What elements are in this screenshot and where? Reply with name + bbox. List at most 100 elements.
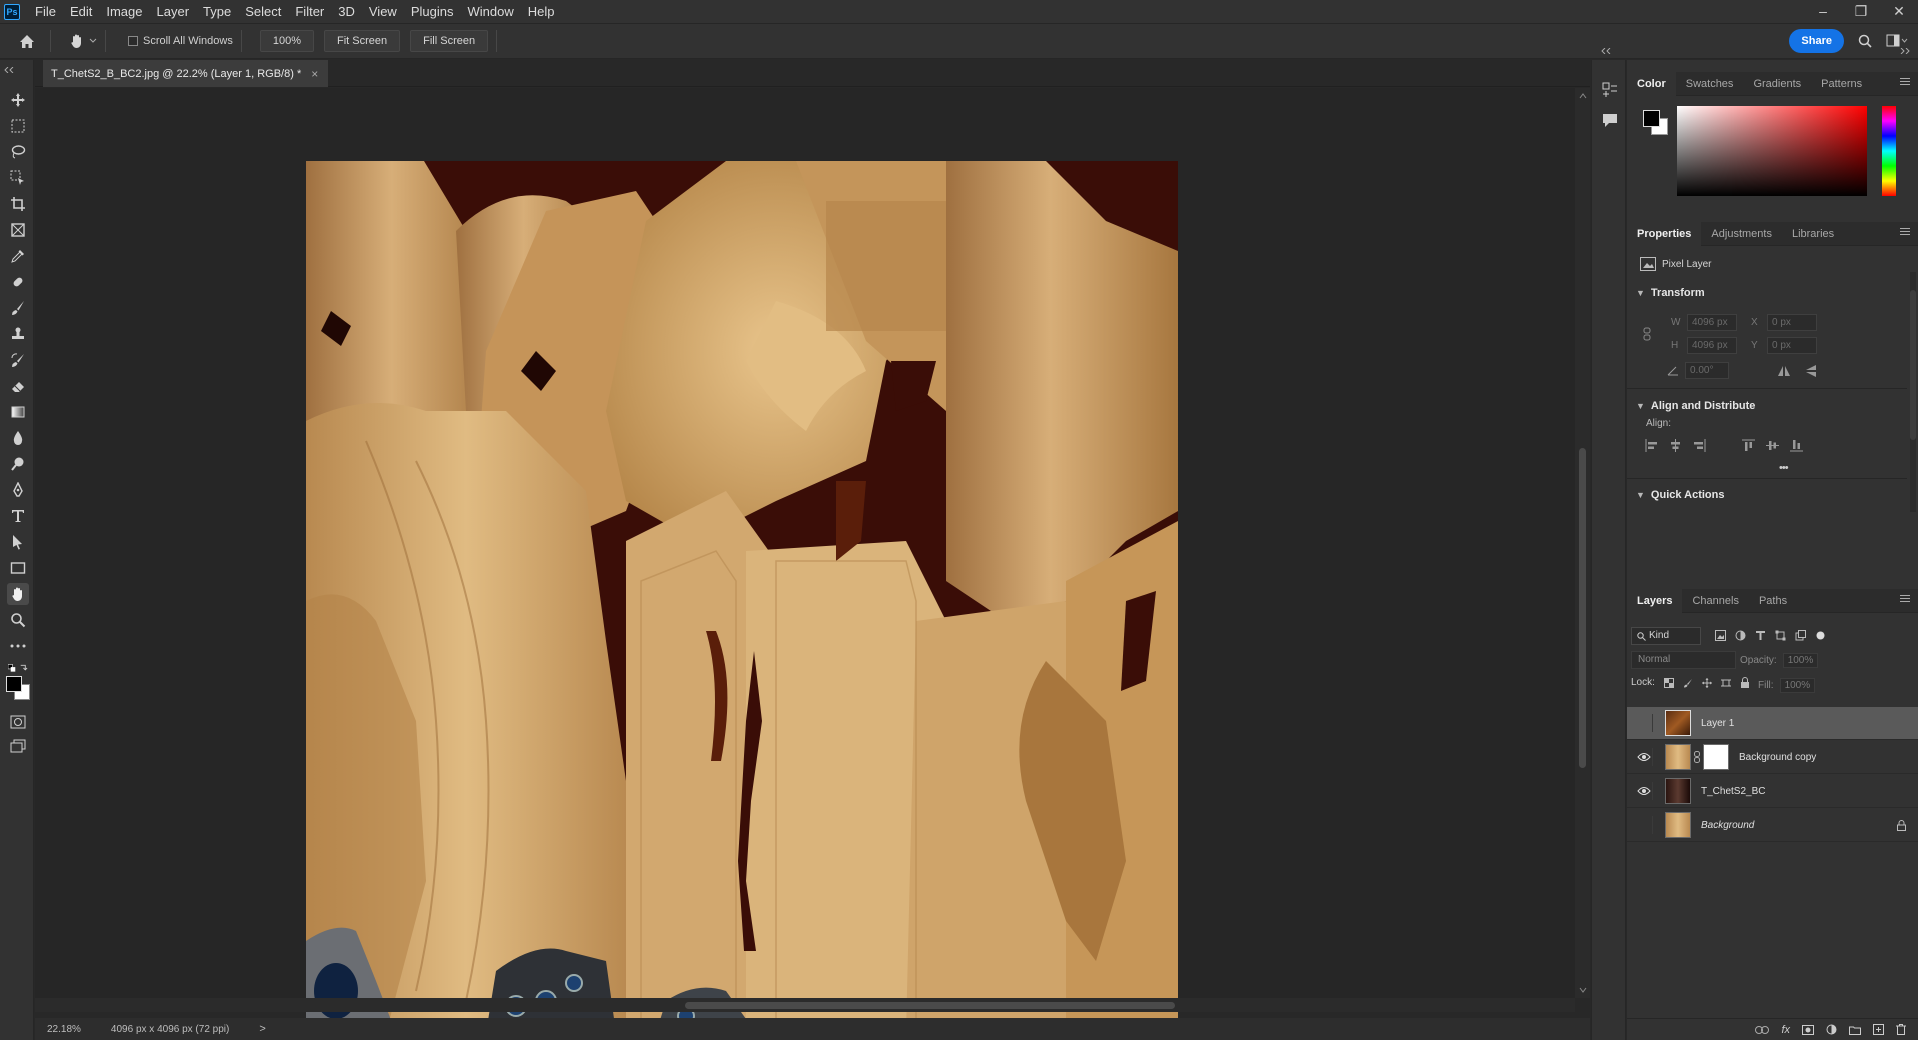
- path-selection-tool-icon[interactable]: [8, 532, 28, 552]
- tab-layers[interactable]: Layers: [1627, 588, 1683, 613]
- fill-field[interactable]: 100%: [1779, 678, 1816, 693]
- lock-image-icon[interactable]: [1683, 678, 1693, 688]
- zoom-100-button[interactable]: 100%: [259, 30, 314, 52]
- transform-section-header[interactable]: ▼ Transform: [1636, 287, 1705, 299]
- menu-3d[interactable]: 3D: [331, 0, 362, 23]
- type-tool-icon[interactable]: [8, 506, 28, 526]
- menu-type[interactable]: Type: [196, 0, 238, 23]
- align-right-icon[interactable]: [1693, 439, 1706, 452]
- lock-position-icon[interactable]: [1701, 677, 1712, 688]
- eyedropper-tool-icon[interactable]: [8, 246, 28, 266]
- lock-transparent-icon[interactable]: [1663, 677, 1674, 688]
- properties-scrollbar[interactable]: [1910, 272, 1916, 512]
- align-middle-vertical-icon[interactable]: [1766, 439, 1779, 452]
- layer-row-background[interactable]: Background: [1627, 809, 1918, 842]
- brush-tool-icon[interactable]: [8, 298, 28, 318]
- screen-mode-icon[interactable]: [8, 736, 28, 756]
- x-field[interactable]: 0 px: [1767, 314, 1817, 331]
- hand-tool-icon[interactable]: [7, 583, 29, 605]
- eye-icon[interactable]: [1635, 782, 1653, 800]
- layer-row-t-chets2-bc[interactable]: T_ChetS2_BC: [1627, 775, 1918, 808]
- quick-mask-icon[interactable]: [8, 712, 28, 732]
- status-menu-arrow[interactable]: >: [259, 1023, 265, 1035]
- quick-actions-header[interactable]: ▼ Quick Actions: [1636, 489, 1724, 501]
- foreground-color-swatch[interactable]: [1643, 110, 1660, 127]
- filter-type-icon[interactable]: [1755, 630, 1766, 641]
- align-center-horizontal-icon[interactable]: [1669, 439, 1682, 452]
- workspace-icon[interactable]: [1886, 34, 1908, 48]
- object-selection-tool-icon[interactable]: [8, 168, 28, 188]
- zoom-tool-icon[interactable]: [8, 610, 28, 630]
- comments-panel-icon[interactable]: [1602, 112, 1618, 128]
- fit-screen-button[interactable]: Fit Screen: [324, 30, 401, 52]
- flip-horizontal-icon[interactable]: [1777, 365, 1791, 377]
- menu-image[interactable]: Image: [99, 0, 149, 23]
- width-field[interactable]: 4096 px: [1687, 314, 1737, 331]
- tab-channels[interactable]: Channels: [1682, 589, 1748, 613]
- close-tab-icon[interactable]: ×: [311, 67, 318, 81]
- filter-pixel-icon[interactable]: [1715, 630, 1726, 641]
- mask-link-icon[interactable]: [1694, 751, 1700, 763]
- expand-panels-icon[interactable]: [1601, 48, 1615, 54]
- layer-row-layer-1[interactable]: Layer 1: [1627, 707, 1918, 740]
- link-icon[interactable]: [1643, 327, 1651, 341]
- clone-stamp-tool-icon[interactable]: [8, 324, 28, 344]
- horizontal-scrollbar[interactable]: [35, 998, 1575, 1012]
- scroll-down-icon[interactable]: [1579, 987, 1587, 993]
- checkbox-box[interactable]: [128, 36, 138, 46]
- height-field[interactable]: 4096 px: [1687, 337, 1737, 354]
- history-panel-icon[interactable]: [1602, 82, 1618, 98]
- menu-select[interactable]: Select: [238, 0, 288, 23]
- tool-preset-picker[interactable]: [69, 33, 97, 49]
- search-icon[interactable]: [1858, 34, 1872, 48]
- tab-swatches[interactable]: Swatches: [1676, 72, 1744, 96]
- menu-edit[interactable]: Edit: [63, 0, 99, 23]
- share-button[interactable]: Share: [1789, 29, 1844, 53]
- filter-kind-select[interactable]: Kind: [1631, 627, 1701, 645]
- layer-row-background-copy[interactable]: Background copy: [1627, 741, 1918, 774]
- horizontal-scroll-thumb[interactable]: [685, 1002, 1175, 1009]
- scroll-all-windows-checkbox[interactable]: Scroll All Windows: [128, 35, 233, 47]
- flip-vertical-icon[interactable]: [1805, 364, 1817, 378]
- gradient-tool-icon[interactable]: [8, 402, 28, 422]
- tab-properties[interactable]: Properties: [1627, 221, 1702, 246]
- tab-gradients[interactable]: Gradients: [1743, 72, 1811, 96]
- properties-scroll-thumb[interactable]: [1910, 290, 1916, 440]
- menu-view[interactable]: View: [362, 0, 404, 23]
- panel-menu-icon[interactable]: [1900, 595, 1910, 605]
- history-brush-tool-icon[interactable]: [8, 350, 28, 370]
- align-bottom-icon[interactable]: [1790, 439, 1803, 452]
- foreground-color-swatch[interactable]: [6, 676, 22, 692]
- align-section-header[interactable]: ▼ Align and Distribute: [1636, 400, 1755, 412]
- crop-tool-icon[interactable]: [8, 194, 28, 214]
- tab-paths[interactable]: Paths: [1749, 589, 1797, 613]
- align-left-icon[interactable]: [1645, 439, 1658, 452]
- filter-toggle-icon[interactable]: [1815, 630, 1826, 641]
- rectangle-tool-icon[interactable]: [8, 558, 28, 578]
- tab-adjustments[interactable]: Adjustments: [1701, 222, 1782, 246]
- restore-button[interactable]: ❐: [1842, 0, 1880, 23]
- more-tools-icon[interactable]: [8, 636, 28, 656]
- new-group-icon[interactable]: [1849, 1025, 1861, 1035]
- menu-window[interactable]: Window: [460, 0, 520, 23]
- lock-all-icon[interactable]: [1740, 677, 1750, 688]
- hue-slider[interactable]: [1882, 106, 1896, 196]
- home-icon[interactable]: [12, 26, 42, 56]
- menu-plugins[interactable]: Plugins: [404, 0, 461, 23]
- align-top-icon[interactable]: [1742, 439, 1755, 452]
- menu-filter[interactable]: Filter: [288, 0, 331, 23]
- fill-screen-button[interactable]: Fill Screen: [410, 30, 489, 52]
- filter-shape-icon[interactable]: [1775, 630, 1786, 641]
- close-window-button[interactable]: ✕: [1880, 0, 1918, 23]
- link-layers-icon[interactable]: [1755, 1025, 1770, 1034]
- tab-libraries[interactable]: Libraries: [1782, 222, 1844, 246]
- move-tool-icon[interactable]: [8, 90, 28, 110]
- filter-smart-object-icon[interactable]: [1795, 630, 1806, 641]
- menu-help[interactable]: Help: [521, 0, 562, 23]
- visibility-toggle-hidden[interactable]: [1635, 714, 1653, 732]
- add-mask-icon[interactable]: [1802, 1024, 1814, 1035]
- layer-mask-thumbnail[interactable]: [1703, 744, 1729, 770]
- eye-icon[interactable]: [1635, 748, 1653, 766]
- fx-icon[interactable]: fx: [1781, 1024, 1790, 1036]
- vertical-scroll-thumb[interactable]: [1579, 448, 1586, 768]
